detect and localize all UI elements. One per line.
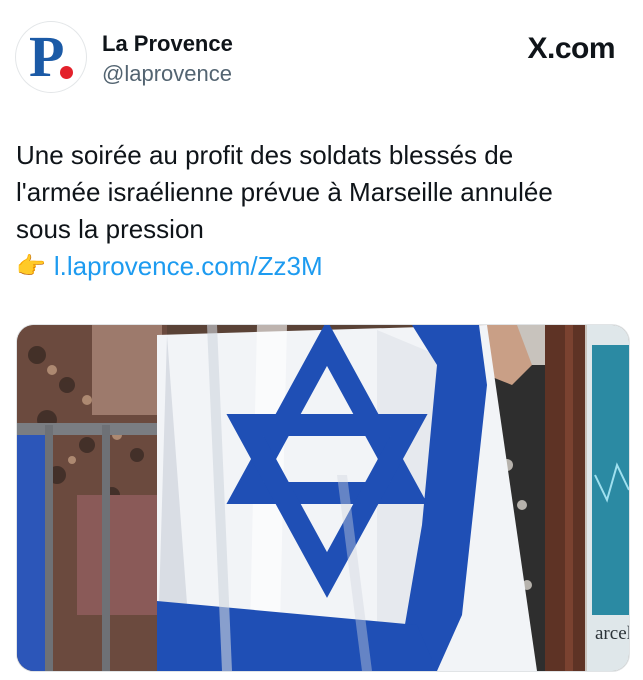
x-brand-logo[interactable]: X.com (527, 32, 615, 66)
account-name[interactable]: La Provence (102, 31, 233, 57)
avatar-logo-letter: P (29, 24, 65, 89)
avatar[interactable]: P (16, 22, 86, 92)
tweet-text-line: Une soirée au profit des soldats blessés… (16, 140, 514, 170)
sign-partial-text: arcel (595, 623, 630, 644)
account-handle[interactable]: @laprovence (102, 61, 232, 87)
pointing-hand-icon: 👉 (16, 253, 46, 280)
israel-flag-photo (17, 325, 629, 671)
tweet-text: Une soirée au profit des soldats blessés… (16, 137, 606, 285)
avatar-logo-dot (60, 66, 73, 79)
tweet-link[interactable]: l.laprovence.com/Zz3M (54, 248, 323, 285)
tweet-text-line: sous la pression (16, 214, 204, 244)
tweet-link-row: 👉 l.laprovence.com/Zz3M (16, 248, 606, 285)
tweet-media-image[interactable]: arcel (16, 324, 630, 672)
tweet-text-line: l'armée israélienne prévue à Marseille a… (16, 177, 553, 207)
